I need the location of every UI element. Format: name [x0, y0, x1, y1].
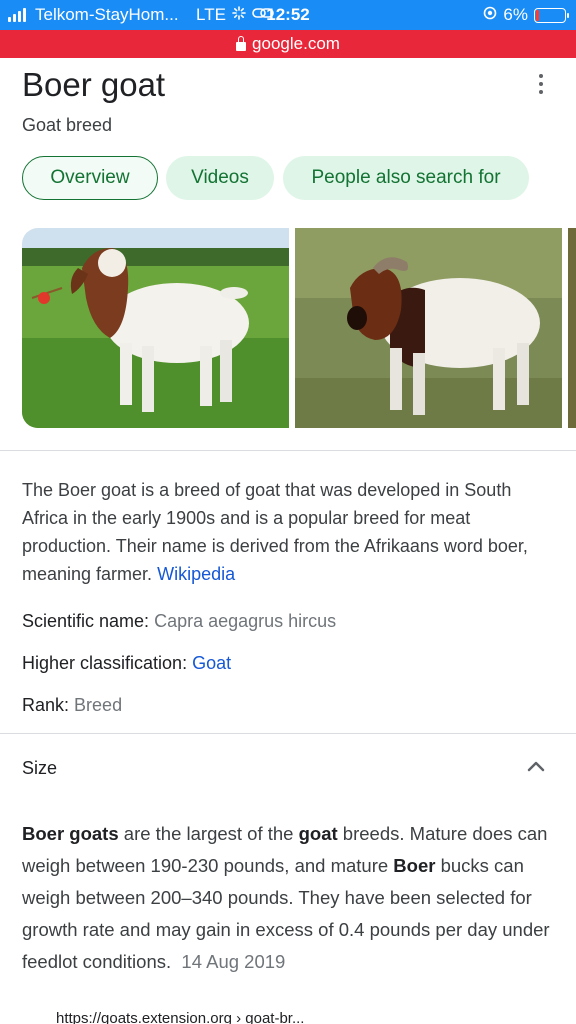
snippet-bold: Boer — [393, 855, 436, 876]
snippet-bold: Boer goats — [22, 823, 119, 844]
goat-image-2[interactable] — [295, 228, 562, 428]
size-snippet: Boer goats are the largest of the goat b… — [22, 818, 557, 978]
fact-value-link[interactable]: Goat — [192, 653, 231, 673]
status-bar: Telkom-StayHom... LTE 12:52 6% — [0, 0, 576, 30]
fact-higher-classification: Higher classification: Goat — [22, 653, 231, 674]
tab-overview[interactable]: Overview — [22, 156, 158, 200]
status-left: Telkom-StayHom... — [8, 5, 179, 25]
fact-label: Scientific name: — [22, 611, 150, 631]
carrier-name: Telkom-StayHom... — [35, 5, 179, 24]
lock-icon — [236, 35, 247, 51]
url-domain: google.com — [252, 34, 340, 53]
alarm-icon — [483, 5, 497, 25]
fact-scientific-name: Scientific name: Capra aegagrus hircus — [22, 611, 336, 632]
url-bar[interactable]: google.com — [0, 30, 576, 58]
fact-rank: Rank: Breed — [22, 695, 122, 716]
more-vert-icon[interactable] — [530, 72, 552, 96]
description-text: The Boer goat is a breed of goat that wa… — [22, 480, 528, 584]
tab-videos[interactable]: Videos — [166, 156, 274, 200]
divider — [0, 450, 576, 451]
snippet-text: are the largest of the — [118, 823, 299, 844]
fact-label: Higher classification: — [22, 653, 188, 673]
battery-percent: 6% — [503, 5, 528, 24]
status-right: 6% — [483, 5, 569, 25]
signal-icon — [8, 8, 26, 22]
link-icon — [252, 5, 274, 25]
description: The Boer goat is a breed of goat that wa… — [22, 476, 552, 588]
network-type: LTE — [196, 5, 226, 24]
tab-people-also-search[interactable]: People also search for — [283, 156, 529, 200]
battery-icon — [534, 7, 569, 23]
divider — [0, 733, 576, 734]
snippet-date: 14 Aug 2019 — [181, 951, 286, 972]
snippet-bold: goat — [298, 823, 338, 844]
fact-value: Capra aegagrus hircus — [154, 611, 337, 631]
wikipedia-link[interactable]: Wikipedia — [157, 564, 235, 584]
goat-image-3-partial[interactable] — [568, 228, 576, 428]
fact-label: Rank: — [22, 695, 70, 715]
source-url[interactable]: https://goats.extension.org › goat-br... — [56, 1010, 304, 1024]
status-network: LTE — [196, 5, 274, 25]
page-subtitle: Goat breed — [22, 115, 113, 135]
activity-icon — [232, 5, 246, 25]
chevron-up-icon[interactable] — [526, 758, 546, 774]
size-section-header[interactable]: Size — [22, 758, 57, 779]
fact-value: Breed — [74, 695, 123, 715]
goat-image-1[interactable] — [22, 228, 289, 428]
page-title: Boer goat — [22, 66, 166, 103]
